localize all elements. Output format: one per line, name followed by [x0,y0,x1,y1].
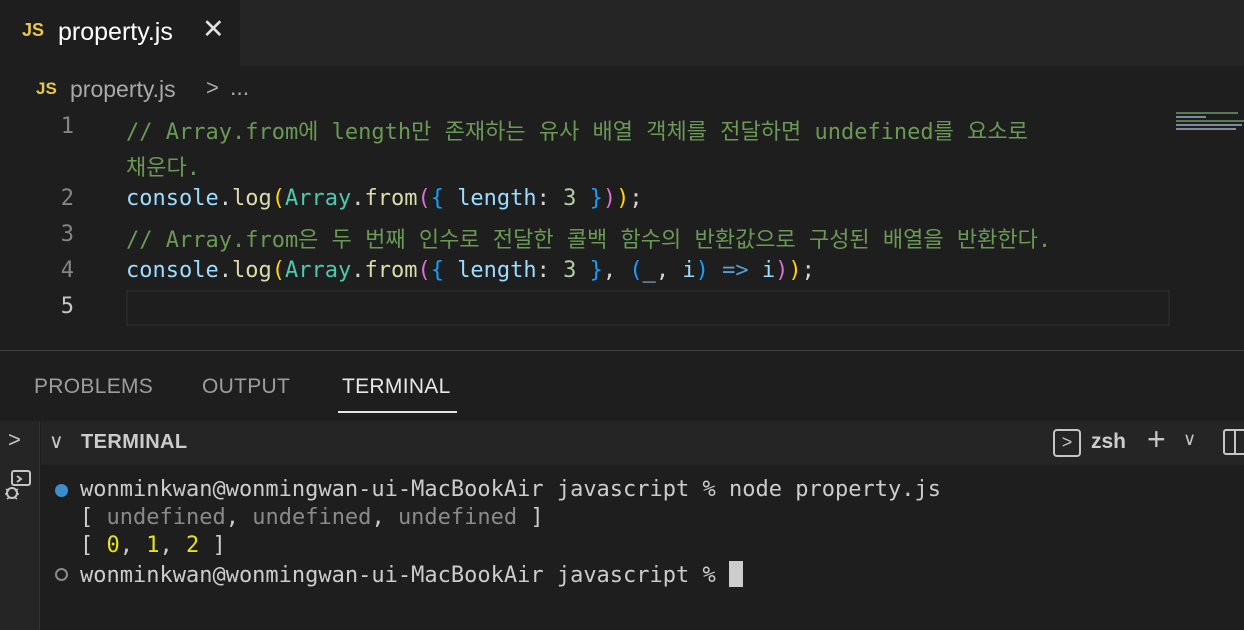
panel-tab-bar: PROBLEMS OUTPUT TERMINAL [0,351,1244,421]
javascript-file-icon: JS [36,79,57,98]
chevron-down-icon[interactable]: ∨ [1183,429,1196,450]
breadcrumb: JS property.js > ... [0,66,1244,112]
breadcrumb-more[interactable]: ... [230,74,249,101]
line-number: 4 [60,258,74,283]
active-tab-indicator [338,411,457,413]
command-pending-icon [55,568,68,581]
tab-problems[interactable]: PROBLEMS [34,375,153,399]
tab-label: property.js [58,18,173,46]
chevron-right-icon: > [206,75,219,100]
terminal-prompt-line[interactable]: wonminkwan@wonmingwan-ui-MacBookAir java… [80,561,744,588]
terminal-output-line-2: [ 0, 1, 2 ] [80,533,226,558]
code-line-1-wrap: 채운다. [126,156,200,181]
terminal-cursor [729,561,744,587]
tab-terminal[interactable]: TERMINAL [342,375,451,399]
line-number: 1 [60,114,74,139]
line-number: 2 [60,186,74,211]
current-line-highlight [126,290,1170,326]
terminal-section-title[interactable]: TERMINAL [81,431,188,454]
javascript-file-icon: JS [22,20,45,40]
editor-tab-bar: JS property.js ✕ [0,0,1244,66]
line-number: 5 [60,294,74,319]
code-editor[interactable]: 1 2 3 4 5 // Array.from에 length만 존재하는 유사… [0,110,1244,350]
split-terminal-icon[interactable] [1223,429,1244,455]
terminal-side-strip: > [0,421,40,630]
line-number: 3 [60,222,74,247]
breadcrumb-file[interactable]: property.js [70,76,176,103]
debug-console-icon[interactable] [4,469,34,503]
minimap[interactable] [1176,110,1244,134]
tab-property-js[interactable]: JS property.js ✕ [0,0,240,66]
terminal-output-line-1: [ undefined, undefined, undefined ] [80,505,544,530]
chevron-right-icon[interactable]: > [8,427,21,453]
terminal-shell-name[interactable]: zsh [1091,430,1126,454]
tab-output[interactable]: OUTPUT [202,375,290,399]
terminal-output[interactable]: wonminkwan@wonmingwan-ui-MacBookAir java… [41,465,1244,630]
code-line-1-comment: // Array.from에 length만 존재하는 유사 배열 객체를 전달… [126,120,1028,145]
close-icon[interactable]: ✕ [202,16,225,43]
terminal-header: ∨ TERMINAL > zsh + ∨ [41,421,1244,465]
new-terminal-plus-icon[interactable]: + [1147,423,1166,455]
code-line-2: console.log(Array.from({ length: 3 })); [126,186,643,211]
terminal-shell-icon[interactable]: > [1053,429,1081,457]
command-status-success-icon[interactable] [55,484,68,497]
chevron-down-icon[interactable]: ∨ [49,429,64,454]
terminal-command-line: wonminkwan@wonmingwan-ui-MacBookAir java… [80,477,941,502]
code-line-4: console.log(Array.from({ length: 3 }, (_… [126,258,815,283]
code-line-3-comment: // Array.from은 두 번째 인수로 전달한 콜백 함수의 반환값으로… [126,228,1052,253]
